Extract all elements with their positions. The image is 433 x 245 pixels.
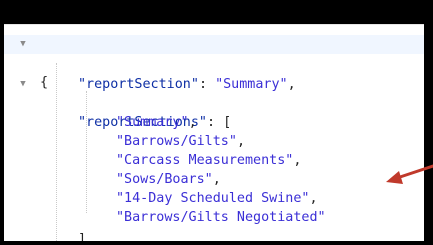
json-string: "Sows/Boars" bbox=[116, 172, 213, 187]
code-line-array-item[interactable]: "Barrows/Gilts", bbox=[4, 113, 245, 149]
code-line-array-item[interactable]: "14-Day Scheduled Swine", bbox=[4, 170, 318, 206]
json-string: "14-Day Scheduled Swine" bbox=[116, 191, 310, 206]
code-line-array-item[interactable]: "Summary", bbox=[4, 94, 197, 130]
json-string: "Summary" bbox=[215, 77, 288, 92]
close-bracket: ] bbox=[78, 232, 87, 241]
comma: , bbox=[188, 115, 197, 130]
comma: , bbox=[86, 232, 95, 241]
code-line-array-item[interactable]: "Barrows/Gilts Negotiated" bbox=[4, 189, 326, 225]
comma: , bbox=[287, 77, 296, 92]
json-string: "Carcass Measurements" bbox=[116, 153, 294, 168]
open-bracket: [ bbox=[223, 115, 232, 130]
comma: , bbox=[236, 134, 245, 149]
code-line-1[interactable]: ▼ { bbox=[4, 35, 424, 90]
json-string: "Barrows/Gilts" bbox=[116, 134, 237, 149]
code-line-array-item[interactable]: "Carcass Measurements", bbox=[4, 132, 301, 168]
json-string: "Summary" bbox=[116, 115, 189, 130]
code-line-array-item[interactable]: "Sows/Boars", bbox=[4, 151, 221, 187]
chevron-down-icon[interactable]: ▼ bbox=[18, 79, 28, 89]
colon: : bbox=[207, 115, 224, 130]
chevron-down-icon[interactable]: ▼ bbox=[18, 39, 28, 49]
comma: , bbox=[293, 153, 302, 168]
comma: , bbox=[309, 191, 318, 206]
code-line-closing[interactable]: ], bbox=[4, 211, 94, 241]
code-line-3[interactable]: ▼ "reportSections": [ bbox=[4, 75, 231, 130]
indent-guide bbox=[56, 63, 57, 241]
comma: , bbox=[212, 172, 221, 187]
indent-guide bbox=[86, 91, 87, 213]
json-key: "reportSection" bbox=[78, 77, 199, 92]
colon: : bbox=[198, 77, 216, 92]
json-code-editor[interactable]: ▼ { "reportSection": "Summary", ▼ "repor… bbox=[4, 24, 424, 241]
report-section-entry: "reportSection": "Summary", bbox=[78, 75, 296, 94]
screenshot-frame: ▼ { "reportSection": "Summary", ▼ "repor… bbox=[0, 0, 433, 245]
json-string: "Barrows/Gilts Negotiated" bbox=[116, 210, 326, 225]
code-line-2[interactable]: "reportSection": "Summary", bbox=[4, 56, 296, 92]
